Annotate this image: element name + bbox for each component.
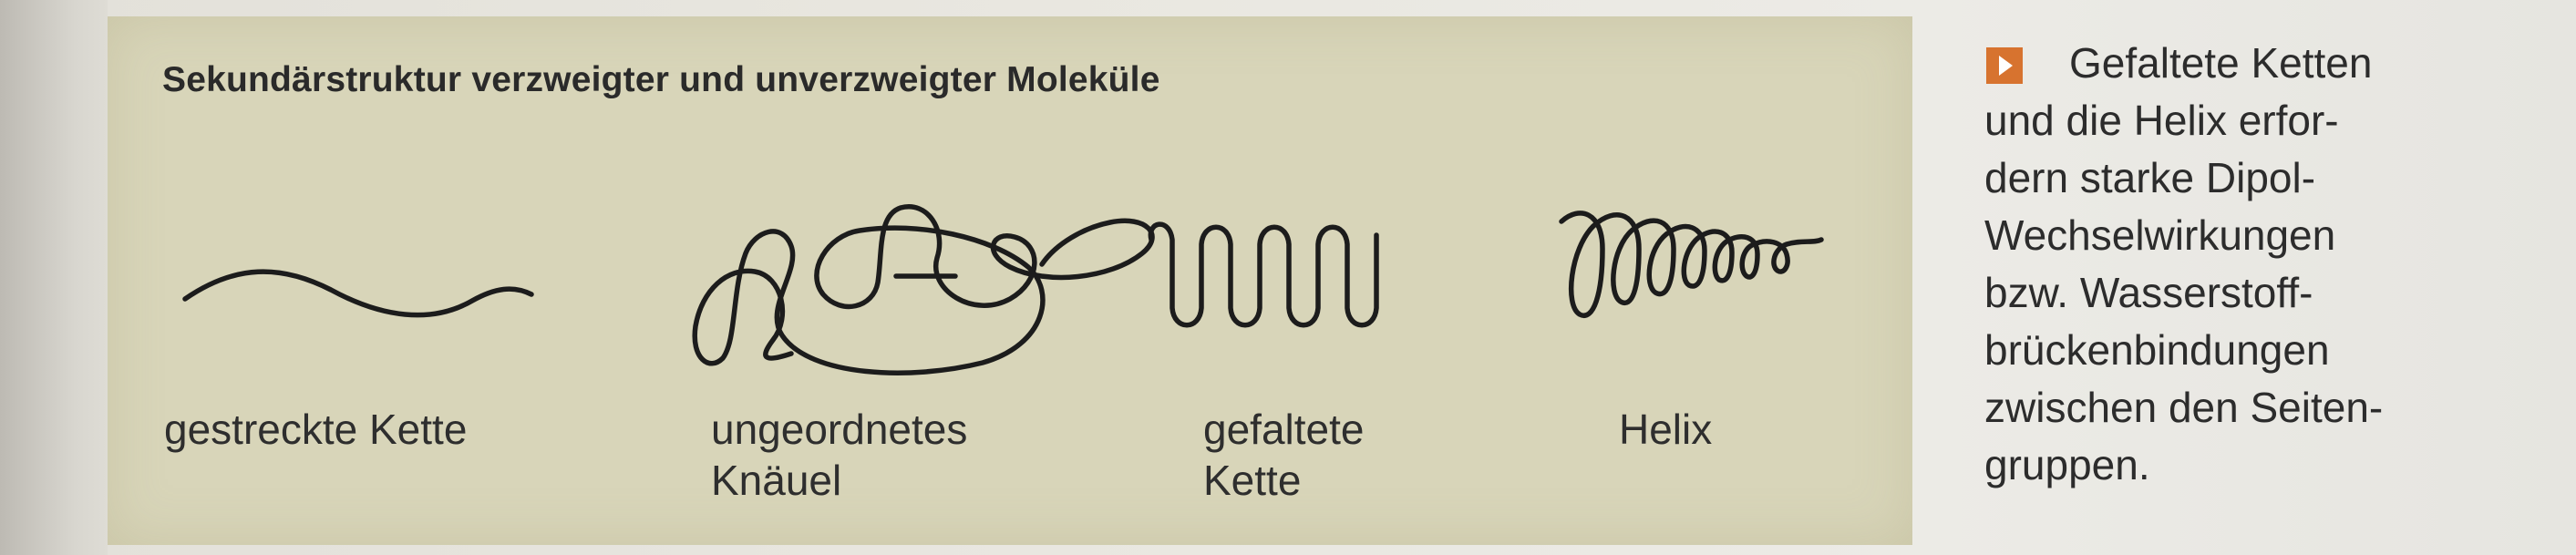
note-line: Gefaltete Ketten <box>2069 39 2373 87</box>
label-line: Kette <box>1203 457 1302 504</box>
label-line: gefaltete <box>1203 406 1365 453</box>
label-helix: Helix <box>1619 404 1712 455</box>
note-line: gruppen. <box>1984 441 2150 488</box>
label-line: Knäuel <box>711 457 842 504</box>
note-line: brückenbindungen <box>1984 326 2330 374</box>
label-random-coil: ungeordnetes Knäuel <box>711 404 967 506</box>
label-line: ungeordnetes <box>711 406 968 453</box>
page-margin <box>0 0 108 555</box>
stretched-chain-drawing <box>182 269 534 318</box>
triangle-marker-icon <box>1986 47 2023 84</box>
label-line: Helix <box>1619 406 1713 453</box>
note-line: bzw. Wasserstoff- <box>1984 269 2313 316</box>
helix-drawing <box>1559 211 1824 318</box>
note-line: und die Helix erfor- <box>1984 97 2339 144</box>
label-line: gestreckte Kette <box>164 406 468 453</box>
label-folded-chain: gefaltete Kette <box>1203 404 1364 506</box>
note-line: zwischen den Seiten- <box>1984 384 2384 431</box>
note-line: Wechselwirkungen <box>1984 211 2336 259</box>
note-line: dern starke Dipol- <box>1984 154 2316 201</box>
label-stretched-chain: gestreckte Kette <box>164 404 467 455</box>
figure-title: Sekundärstruktur verzweigter und unverzw… <box>162 60 1160 99</box>
random-coil-drawing <box>692 204 1155 375</box>
folded-chain-drawing <box>1148 221 1379 328</box>
figure-panel: Sekundärstruktur verzweigter und unverzw… <box>108 16 1912 545</box>
